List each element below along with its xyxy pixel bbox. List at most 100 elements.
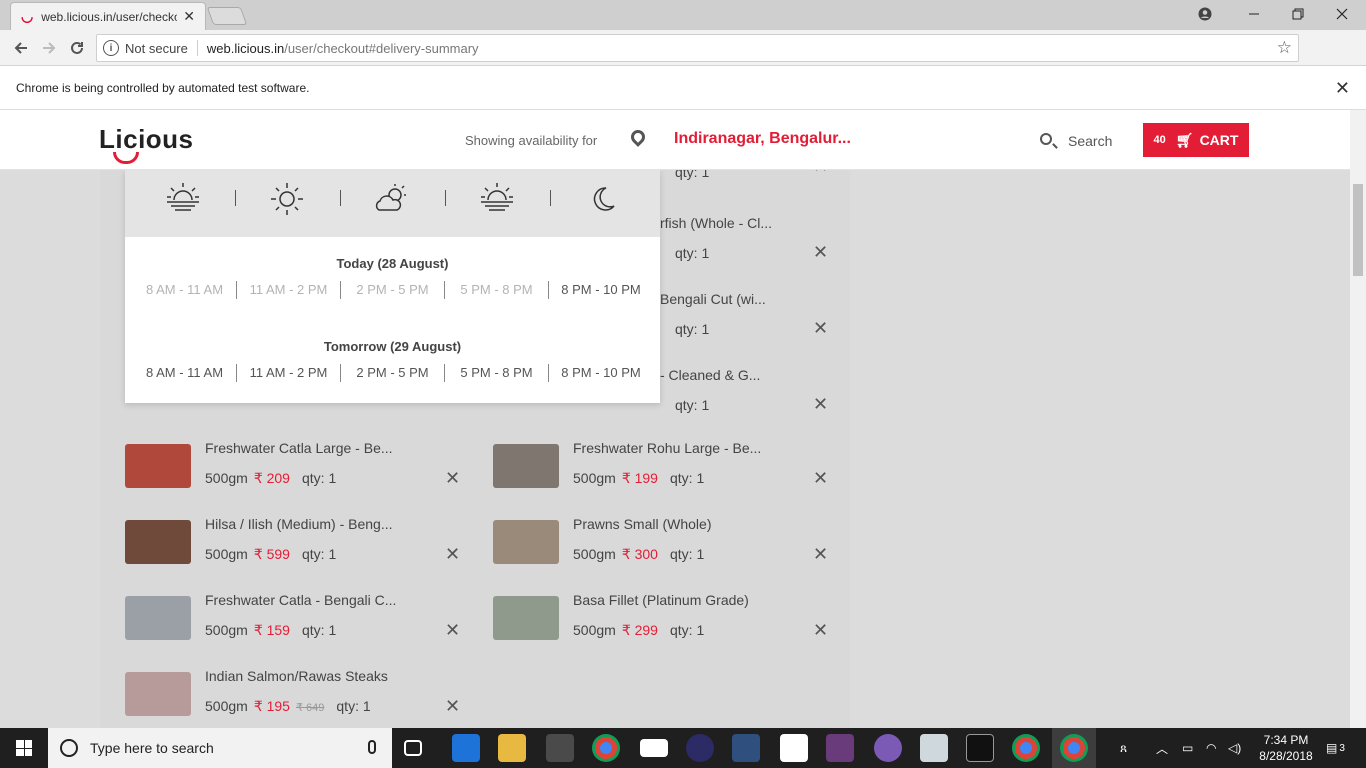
item-name[interactable]: Prawns Small (Whole) bbox=[573, 516, 711, 532]
remove-item-icon[interactable]: ✕ bbox=[813, 468, 828, 489]
game-icon[interactable] bbox=[826, 734, 854, 762]
search-icon[interactable] bbox=[1040, 133, 1052, 145]
cloudy-sun-icon[interactable] bbox=[371, 180, 411, 218]
item-details: 500gm ₹ 195 ₹ 649 qty: 1 bbox=[205, 698, 371, 715]
remove-item-icon[interactable]: ✕ bbox=[445, 468, 460, 489]
taskbar-search-box[interactable]: Type here to search bbox=[48, 728, 392, 768]
slot-tomorrow-3[interactable]: 2 PM - 5 PM bbox=[341, 364, 445, 382]
mail-icon[interactable] bbox=[640, 739, 668, 757]
windows-start-icon[interactable] bbox=[16, 740, 32, 756]
item-price: ₹ 300 bbox=[621, 546, 658, 562]
restore-button[interactable] bbox=[1278, 0, 1318, 28]
chrome-icon[interactable] bbox=[1012, 734, 1040, 762]
item-name[interactable]: Hilsa / Ilish (Medium) - Beng... bbox=[205, 516, 393, 532]
list-item: Prawns Small (Whole) 500gm ₹ 300 qty: 1 ✕ bbox=[493, 516, 838, 566]
item-name[interactable]: Basa Fillet (Platinum Grade) bbox=[573, 592, 749, 608]
item-name[interactable]: Freshwater Catla - Bengali C... bbox=[205, 592, 396, 608]
tab-close-icon[interactable]: ✕ bbox=[183, 8, 195, 25]
product-thumbnail[interactable] bbox=[125, 520, 191, 564]
list-item: Hilsa / Ilish (Medium) - Beng... 500gm ₹ 5… bbox=[125, 516, 470, 566]
remove-item-icon[interactable]: ✕ bbox=[445, 696, 460, 717]
product-thumbnail[interactable] bbox=[493, 520, 559, 564]
chrome-icon[interactable] bbox=[1060, 734, 1088, 762]
a-app-icon[interactable] bbox=[874, 734, 902, 762]
remove-item-icon[interactable]: ✕ bbox=[445, 544, 460, 565]
product-thumbnail[interactable] bbox=[125, 596, 191, 640]
taskbar-clock[interactable]: 7:34 PM 8/28/2018 bbox=[1256, 732, 1316, 764]
store-icon[interactable] bbox=[546, 734, 574, 762]
product-thumbnail[interactable] bbox=[493, 596, 559, 640]
infobar-text: Chrome is being controlled by automated … bbox=[16, 80, 310, 95]
edge-icon[interactable] bbox=[452, 734, 480, 762]
remove-item-icon[interactable]: ✕ bbox=[445, 620, 460, 641]
time-of-day-bar bbox=[125, 170, 660, 237]
location-selector[interactable]: Indiranagar, Bengalur... bbox=[674, 130, 851, 148]
wifi-icon[interactable]: ◠ bbox=[1206, 728, 1216, 768]
item-name[interactable]: Freshwater Rohu Large - Be... bbox=[573, 440, 761, 456]
remove-item-icon[interactable]: ✕ bbox=[813, 318, 828, 339]
file-explorer-icon[interactable] bbox=[498, 734, 526, 762]
remove-item-icon[interactable]: ✕ bbox=[813, 242, 828, 263]
search-link[interactable]: Search bbox=[1068, 133, 1112, 149]
slot-tomorrow-1[interactable]: 8 AM - 11 AM bbox=[133, 364, 237, 382]
page-scrollbar[interactable] bbox=[1350, 110, 1366, 728]
forward-arrow-icon[interactable] bbox=[38, 37, 60, 59]
eclipse-icon[interactable] bbox=[686, 734, 714, 762]
workbench-icon[interactable] bbox=[732, 734, 760, 762]
browser-tab[interactable]: ◡ web.licious.in/user/checkout#delivery-… bbox=[10, 2, 206, 30]
remove-item-icon[interactable]: ✕ bbox=[813, 394, 828, 415]
item-qty-label: qty: bbox=[669, 470, 693, 486]
cart-button[interactable]: 40 🛒︎ CART bbox=[1143, 123, 1249, 157]
sun-icon[interactable] bbox=[267, 180, 307, 218]
slot-today-4: 5 PM - 8 PM bbox=[445, 281, 549, 299]
battery-icon[interactable]: ▭ bbox=[1182, 728, 1193, 768]
slot-tomorrow-5[interactable]: 8 PM - 10 PM bbox=[549, 364, 653, 382]
product-thumbnail[interactable] bbox=[125, 444, 191, 488]
window-close-button[interactable] bbox=[1322, 0, 1362, 28]
item-name[interactable]: Indian Salmon/Rawas Steaks bbox=[205, 668, 388, 684]
moon-icon[interactable] bbox=[582, 180, 622, 218]
slot-tomorrow-4[interactable]: 5 PM - 8 PM bbox=[445, 364, 549, 382]
security-label[interactable]: Not secure bbox=[125, 41, 188, 56]
bookmark-star-icon[interactable]: ☆ bbox=[1277, 38, 1292, 58]
scrollbar-thumb[interactable] bbox=[1353, 184, 1363, 276]
licious-logo[interactable]: Licious bbox=[99, 124, 194, 155]
chrome-icon[interactable] bbox=[592, 734, 620, 762]
product-thumbnail[interactable] bbox=[493, 444, 559, 488]
slot-tomorrow-2[interactable]: 11 AM - 2 PM bbox=[237, 364, 341, 382]
info-icon[interactable]: i bbox=[103, 40, 119, 56]
slot-today-2: 11 AM - 2 PM bbox=[237, 281, 341, 299]
notification-icon[interactable]: ▤ 3 bbox=[1326, 728, 1345, 768]
sunset-icon[interactable] bbox=[477, 180, 517, 218]
new-tab-button[interactable] bbox=[206, 7, 248, 25]
address-bar[interactable]: i Not secure web.licious.in /user/checko… bbox=[96, 34, 1299, 62]
tray-chevron-icon[interactable]: ︿ bbox=[1156, 728, 1168, 768]
microphone-icon[interactable] bbox=[368, 740, 376, 754]
today-slots: 8 AM - 11 AM 11 AM - 2 PM 2 PM - 5 PM 5 … bbox=[133, 281, 653, 299]
location-pin-icon[interactable] bbox=[628, 127, 648, 147]
remove-item-icon[interactable]: ✕ bbox=[813, 544, 828, 565]
volume-icon[interactable]: ◁) bbox=[1228, 728, 1241, 768]
clock-date: 8/28/2018 bbox=[1259, 749, 1313, 763]
item-qty: 1 bbox=[328, 470, 337, 486]
infobar-close-icon[interactable]: ✕ bbox=[1335, 78, 1350, 99]
terminal-icon[interactable] bbox=[966, 734, 994, 762]
back-arrow-icon[interactable] bbox=[10, 37, 32, 59]
product-thumbnail[interactable] bbox=[125, 672, 191, 716]
item-qty: 1 bbox=[696, 622, 705, 638]
slot-today-5[interactable]: 8 PM - 10 PM bbox=[549, 281, 653, 299]
item-price: ₹ 195 bbox=[253, 698, 290, 714]
taskbar-search-placeholder: Type here to search bbox=[90, 740, 214, 756]
app-icon[interactable] bbox=[920, 734, 948, 762]
reload-icon[interactable] bbox=[66, 37, 88, 59]
item-name: Bengali Cut (wi... bbox=[660, 291, 766, 307]
notes-icon[interactable] bbox=[780, 734, 808, 762]
people-icon[interactable]: ጸ bbox=[1120, 728, 1127, 768]
task-view-icon[interactable] bbox=[404, 740, 422, 756]
profile-icon[interactable] bbox=[1190, 0, 1220, 28]
minimize-button[interactable] bbox=[1234, 0, 1274, 28]
licious-favicon-icon: ◡ bbox=[21, 8, 34, 24]
sunrise-icon[interactable] bbox=[163, 180, 203, 218]
item-name[interactable]: Freshwater Catla Large - Be... bbox=[205, 440, 393, 456]
remove-item-icon[interactable]: ✕ bbox=[813, 620, 828, 641]
